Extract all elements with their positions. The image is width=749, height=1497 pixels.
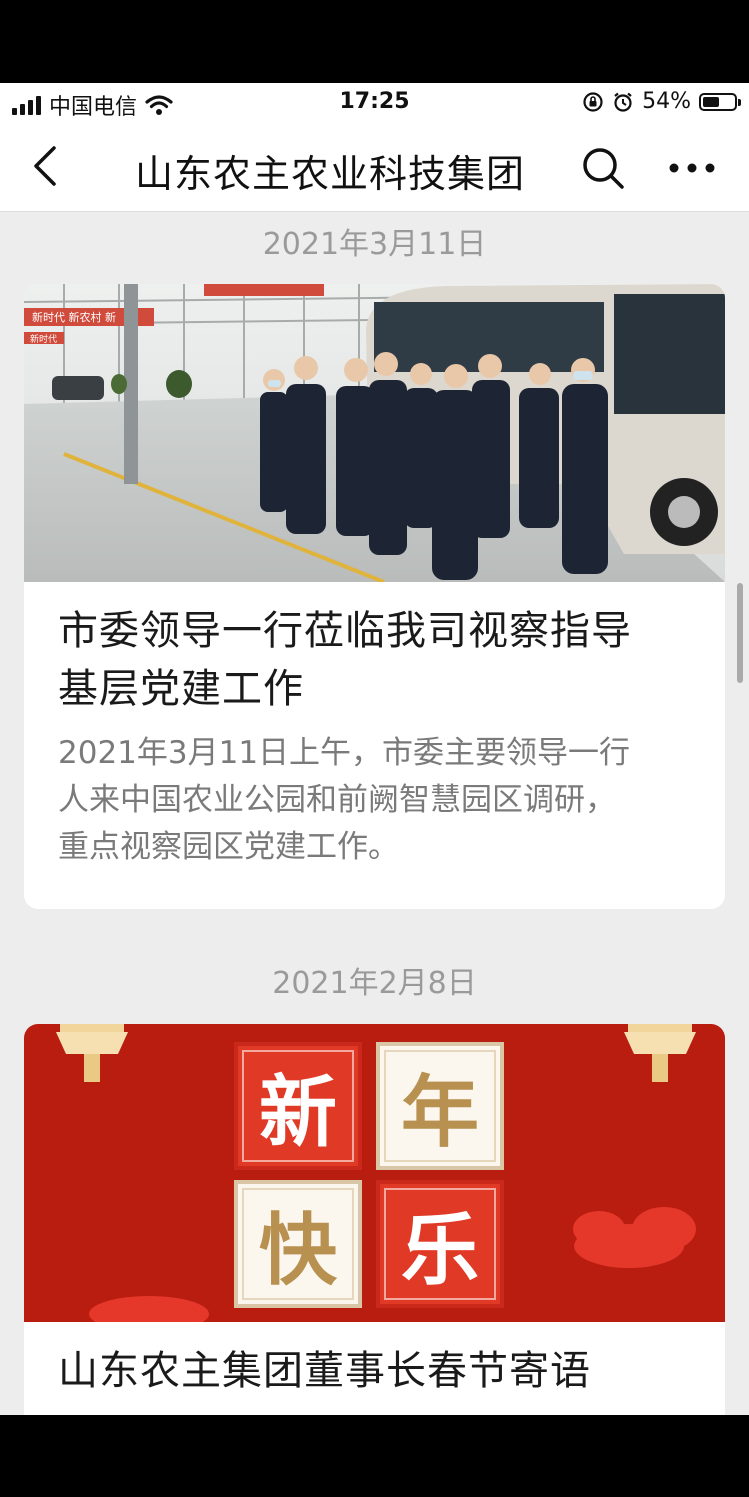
new-year-char: 快 [234,1180,362,1308]
search-icon[interactable] [578,143,628,193]
article-summary: 2021年3月11日上午，市委主要领导一行 人来中国农业公园和前阙智慧园区调研，… [58,730,698,871]
article-card[interactable]: 新时代 新农村 新 新时代 市委领导一行莅临我司视察指导 基层党建工作 2021… [24,284,725,909]
date-label: 2021年3月11日 [262,227,487,262]
summary-line: 人来中国农业公园和前阙智慧园区调研， [58,782,616,818]
battery-icon [699,92,741,111]
article-title[interactable]: 山东农主集团董事长春节寄语 [58,1342,698,1400]
new-year-char: 年 [376,1042,504,1170]
summary-line: 重点视察园区党建工作。 [58,829,399,865]
status-bar: 中国电信 17:25 54% [0,83,749,123]
summary-line: 2021年3月11日上午，市委主要领导一行 [58,735,631,771]
banner-text-main: 新时代 新农村 新 [32,310,116,324]
article-card[interactable]: 新 年 快 乐 山东农主集团董事长春节寄语 [24,1024,725,1415]
battery-percent: 54% [642,89,691,114]
new-year-char: 乐 [376,1180,504,1308]
article-photo[interactable]: 新时代 新农村 新 新时代 [24,284,725,582]
article-title-line: 基层党建工作 [58,666,304,712]
orientation-lock-icon [583,91,603,112]
lantern-right-icon [624,1024,696,1082]
app-screen: 中国电信 17:25 54% 山东农主农业科技集团 2021年3月11日 新时代… [0,83,749,1415]
nav-bar: 山东农主农业科技集团 [0,123,749,212]
article-cover[interactable]: 新 年 快 乐 [24,1024,725,1322]
date-label: 2021年2月8日 [272,966,477,1001]
more-dots-icon[interactable] [664,143,720,193]
scrollbar[interactable] [737,583,743,683]
banner-text-small: 新时代 [30,333,57,345]
lantern-left-icon [56,1024,128,1082]
article-title[interactable]: 市委领导一行莅临我司视察指导 基层党建工作 [58,602,698,718]
page-title: 山东农主农业科技集团 [134,152,525,196]
new-year-char: 新 [234,1042,362,1170]
alarm-icon [614,92,632,112]
article-title-line: 市委领导一行莅临我司视察指导 [58,608,632,654]
